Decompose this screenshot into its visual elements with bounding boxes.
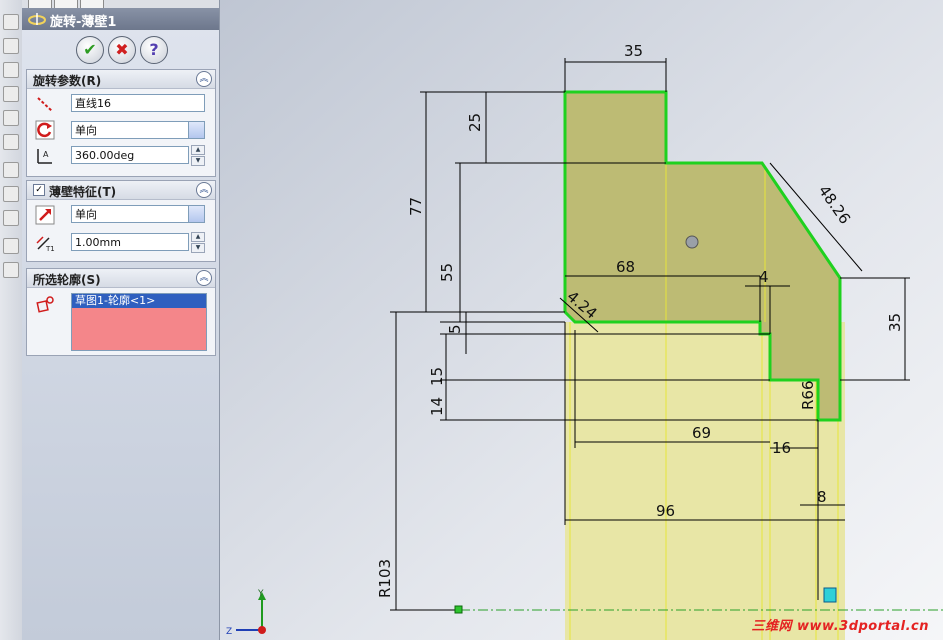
axis-endpoint[interactable]: [454, 605, 463, 614]
dim-55[interactable]: 55: [438, 263, 456, 282]
spin-down-icon[interactable]: ▼: [191, 243, 205, 253]
dim-68[interactable]: 68: [616, 258, 635, 276]
dim-14[interactable]: 14: [428, 397, 446, 416]
thickness-spinner[interactable]: ▲ ▼: [191, 232, 205, 253]
watermark: 三维网 www.3dportal.cn: [751, 619, 929, 634]
revolve-direction-select[interactable]: 单向: [71, 121, 205, 139]
sweep-icon[interactable]: [3, 62, 19, 78]
selected-contours-header[interactable]: 所选轮廓(S) ︽: [27, 269, 215, 288]
thin-feature-title: 薄壁特征(T): [49, 185, 117, 199]
contour-icon: [36, 296, 54, 313]
help-button[interactable]: ?: [140, 36, 168, 64]
dim-15[interactable]: 15: [428, 367, 446, 386]
mirror-icon[interactable]: [3, 262, 19, 278]
fillet-icon[interactable]: [3, 134, 19, 150]
dim-8[interactable]: 8: [817, 488, 827, 506]
thin-feature-header[interactable]: ✓ 薄壁特征(T) ︽: [27, 181, 215, 200]
dim-35-right[interactable]: 35: [886, 313, 904, 332]
relation-icon[interactable]: [3, 210, 19, 226]
help-icon: ?: [149, 40, 159, 59]
graphics-area[interactable]: 35 25 77 55 48.26 68 4 4.24 35 5 15 14 R…: [220, 0, 943, 640]
svg-text:T1: T1: [45, 245, 55, 253]
revolve-icon[interactable]: [3, 38, 19, 54]
angle-spinner[interactable]: ▲ ▼: [191, 145, 205, 166]
feature-header: 旋转-薄壁1: [22, 8, 219, 30]
selected-contours-title: 所选轮廓(S): [33, 273, 101, 287]
selected-contours-group: 所选轮廓(S) ︽ 草图1-轮廓<1>: [26, 268, 216, 356]
command-toolbar: [0, 0, 23, 640]
list-item[interactable]: 草图1-轮廓<1>: [72, 294, 206, 308]
collapse-icon[interactable]: ︽: [196, 71, 212, 87]
dim-35-top[interactable]: 35: [624, 42, 643, 60]
contour-list[interactable]: 草图1-轮廓<1>: [71, 293, 207, 351]
svg-text:A: A: [43, 150, 49, 159]
revolve-direction-value: 单向: [75, 124, 97, 137]
thin-direction-select[interactable]: 单向: [71, 205, 205, 223]
spin-up-icon[interactable]: ▲: [191, 232, 205, 242]
smart-dimension-icon[interactable]: [3, 186, 19, 202]
thin-feature-checkbox[interactable]: ✓: [33, 184, 45, 196]
collapse-icon[interactable]: ︽: [196, 182, 212, 198]
loft-icon[interactable]: [3, 86, 19, 102]
cancel-button[interactable]: ✖: [108, 36, 136, 64]
axis-field[interactable]: 直线16: [71, 94, 205, 112]
spin-down-icon[interactable]: ▼: [191, 156, 205, 166]
triad-y-label: Y: [257, 589, 264, 599]
dim-r103[interactable]: R103: [376, 559, 394, 598]
triad-z-label: Z: [226, 627, 232, 637]
thin-feature-group: ✓ 薄壁特征(T) ︽ 单向 T1 1.00mm ▲ ▼: [26, 180, 216, 262]
angle-icon: A: [37, 149, 52, 164]
thin-direction-value: 单向: [75, 208, 97, 221]
thickness-field[interactable]: 1.00mm: [71, 233, 189, 251]
thickness-icon: T1: [36, 236, 55, 253]
origin-point-icon: [685, 235, 699, 249]
ok-button[interactable]: ✔: [76, 36, 104, 64]
feature-title: 旋转-薄壁1: [50, 15, 117, 30]
checkmark-icon: ✔: [83, 40, 97, 59]
collapse-icon[interactable]: ︽: [196, 270, 212, 286]
dim-4[interactable]: 4: [759, 268, 769, 286]
revolve-params-group: 旋转参数(R) ︽ 直线16 单向 A 360.00deg ▲ ▼: [26, 69, 216, 177]
axis-line-icon: [37, 97, 53, 112]
cut-icon[interactable]: [3, 110, 19, 126]
angle-field[interactable]: 360.00deg: [71, 146, 189, 164]
dim-5[interactable]: 5: [446, 324, 464, 334]
dim-25[interactable]: 25: [466, 113, 484, 132]
dim-r66[interactable]: R66: [799, 380, 817, 410]
chevron-down-icon[interactable]: [188, 206, 204, 222]
dim-16[interactable]: 16: [772, 439, 791, 457]
property-manager: 旋转-薄壁1 ✔ ✖ ? 旋转参数(R) ︽ 直线16 单向 A 360.00d…: [22, 0, 220, 640]
panel-tabs: [22, 0, 219, 9]
close-icon: ✖: [115, 40, 129, 59]
revolve-thin-icon: [28, 13, 46, 25]
sketch-icon[interactable]: [3, 162, 19, 178]
revolve-params-header[interactable]: 旋转参数(R) ︽: [27, 70, 215, 89]
extrude-icon[interactable]: [3, 14, 19, 30]
chevron-down-icon[interactable]: [188, 122, 204, 138]
dim-77[interactable]: 77: [407, 197, 425, 216]
thin-direction-icon[interactable]: [35, 205, 55, 225]
relation-icon: [823, 587, 837, 603]
dim-96[interactable]: 96: [656, 502, 675, 520]
revolve-params-title: 旋转参数(R): [33, 74, 102, 88]
pattern-icon[interactable]: [3, 238, 19, 254]
reverse-direction-icon[interactable]: [35, 120, 55, 140]
spin-up-icon[interactable]: ▲: [191, 145, 205, 155]
dim-69[interactable]: 69: [692, 424, 711, 442]
